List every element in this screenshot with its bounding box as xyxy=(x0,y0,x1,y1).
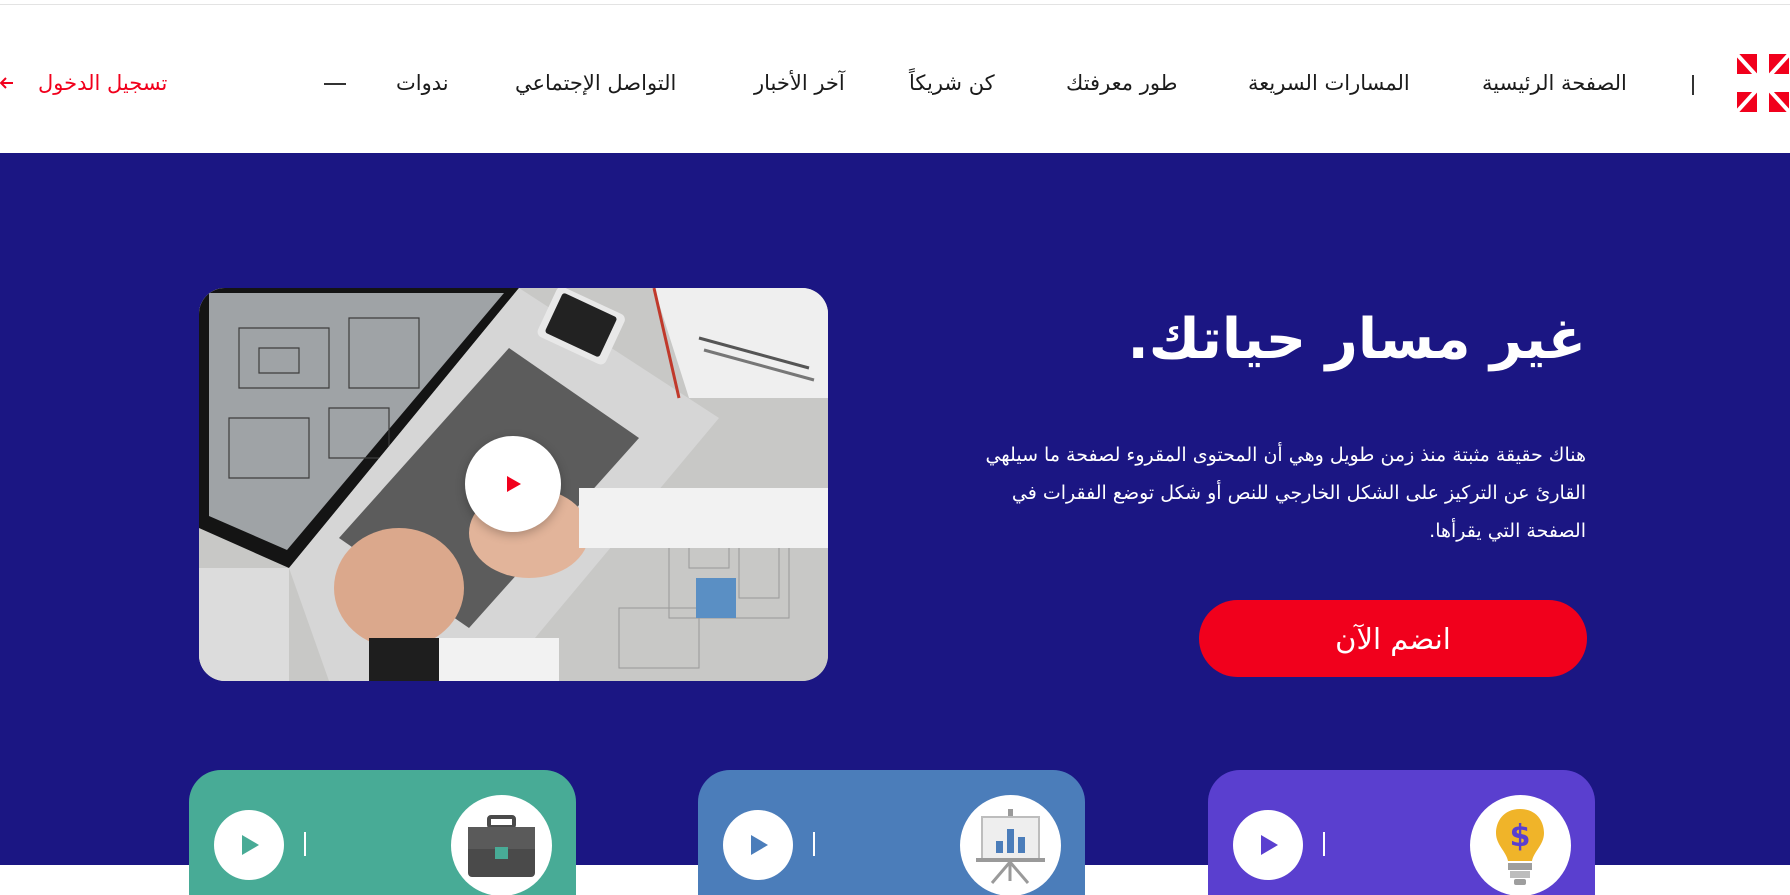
nav-item-latest-news[interactable]: آخر الأخبار xyxy=(754,69,845,97)
card-play-button[interactable] xyxy=(214,810,284,880)
card-icon-circle xyxy=(451,795,552,895)
hero-title: غير مسار حياتك. xyxy=(1127,307,1586,372)
site-header: الصفحة الرئيسية المسارات السريعة طور معر… xyxy=(0,5,1790,153)
feature-card-briefcase[interactable] xyxy=(189,770,576,895)
card-icon-circle: $ xyxy=(1470,795,1571,895)
play-icon xyxy=(751,835,768,855)
card-play-button[interactable] xyxy=(1233,810,1303,880)
join-now-button[interactable]: انضم الآن xyxy=(1199,600,1587,677)
nav-item-fast-tracks[interactable]: المسارات السريعة xyxy=(1248,69,1410,97)
play-icon xyxy=(507,476,521,492)
nav-divider xyxy=(1692,75,1694,95)
play-icon xyxy=(1261,835,1278,855)
nav-item-become-partner[interactable]: كن شريكاً xyxy=(909,69,995,97)
feature-card-lightbulb[interactable]: $ xyxy=(1208,770,1595,895)
nav-item-develop-knowledge[interactable]: طور معرفتك xyxy=(1066,69,1177,97)
card-icon-circle xyxy=(960,795,1061,895)
nav-item-social[interactable]: التواصل الإجتماعي xyxy=(515,69,676,97)
video-play-button[interactable] xyxy=(465,436,561,532)
nav-dash xyxy=(324,83,346,85)
card-divider xyxy=(1323,832,1325,856)
nav-item-seminars[interactable]: ندوات xyxy=(396,69,449,97)
play-icon xyxy=(242,835,259,855)
card-divider xyxy=(304,832,306,856)
feature-card-presentation[interactable] xyxy=(698,770,1085,895)
nav-item-home[interactable]: الصفحة الرئيسية xyxy=(1482,69,1627,97)
lightbulb-dollar-icon: $ xyxy=(1496,809,1544,885)
login-link[interactable]: تسجيل الدخول xyxy=(38,69,167,97)
card-divider xyxy=(813,832,815,856)
svg-text:$: $ xyxy=(1510,819,1531,854)
briefcase-icon xyxy=(468,815,535,877)
asterisk-logo-icon[interactable] xyxy=(1733,50,1790,116)
hero-description: هناك حقيقة مثبتة منذ زمن طويل وهي أن الم… xyxy=(985,444,1586,542)
presentation-chart-icon xyxy=(976,809,1045,884)
card-play-button[interactable] xyxy=(723,810,793,880)
arrow-left-icon[interactable] xyxy=(0,73,14,93)
